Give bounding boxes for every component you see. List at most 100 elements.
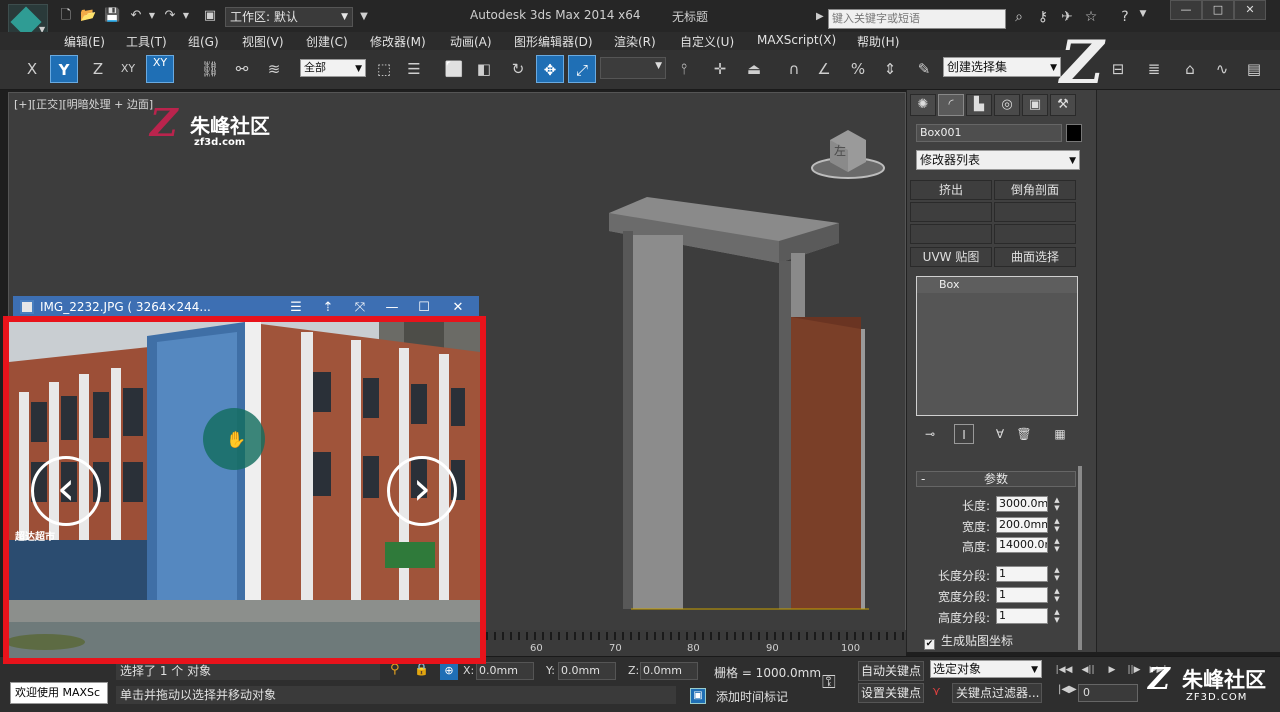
- current-frame-input[interactable]: 0: [1078, 684, 1138, 702]
- building-photo[interactable]: 超达超市 ‹ ›: [9, 322, 480, 658]
- play-icon[interactable]: ▶: [1102, 663, 1122, 677]
- project-folder-icon[interactable]: ▣: [202, 8, 218, 24]
- reference-coordinate-select[interactable]: ▼: [600, 57, 666, 79]
- remove-modifier-icon[interactable]: 🗑: [1014, 424, 1034, 444]
- length-segs-input[interactable]: 1: [996, 566, 1048, 582]
- modifier-list-select[interactable]: 修改器列表 ▼: [916, 150, 1080, 170]
- binoculars-icon[interactable]: ⌕: [1010, 9, 1028, 25]
- use-pivot-center-icon[interactable]: ⫯: [670, 55, 698, 83]
- subscription-key-icon[interactable]: ⚷: [1034, 9, 1052, 25]
- z-coord-input[interactable]: 0.0mm: [640, 662, 698, 680]
- width-spinner[interactable]: ▲ ▼: [1052, 517, 1062, 533]
- save-file-icon[interactable]: 💾: [104, 8, 120, 24]
- spinner-snap-icon[interactable]: ⇕: [876, 55, 904, 83]
- isolate-selection-icon[interactable]: ⚲: [390, 662, 400, 677]
- make-unique-icon[interactable]: ∀: [990, 424, 1010, 444]
- close-button[interactable]: ✕: [1234, 0, 1266, 20]
- angle-snap-icon[interactable]: ∠: [810, 55, 838, 83]
- menu-tools[interactable]: 工具(T): [126, 33, 167, 50]
- layer-manager-icon[interactable]: ≣: [1140, 55, 1168, 83]
- set-key-button[interactable]: 设置关键点: [858, 683, 924, 703]
- command-panel-scrollbar[interactable]: [1078, 466, 1082, 650]
- length-segs-spinner[interactable]: ▲ ▼: [1052, 566, 1062, 582]
- select-object-icon[interactable]: ⬚: [370, 55, 398, 83]
- select-and-link-icon[interactable]: ⛓: [196, 55, 224, 83]
- photo-minimize-icon[interactable]: —: [382, 298, 402, 318]
- configure-modifier-sets-icon[interactable]: ▦: [1050, 424, 1070, 444]
- maxscript-listener-input[interactable]: 欢迎使用 MAXSc: [10, 682, 108, 704]
- select-and-move-icon[interactable]: ✥: [536, 55, 564, 83]
- height-segs-input[interactable]: 1: [996, 608, 1048, 624]
- maximize-button[interactable]: □: [1202, 0, 1234, 20]
- object-name-input[interactable]: Box001: [916, 124, 1062, 142]
- goto-start-icon[interactable]: |◀◀: [1054, 663, 1074, 677]
- object-color-swatch[interactable]: [1066, 124, 1082, 142]
- search-expand-icon[interactable]: ▶: [816, 11, 824, 22]
- redo-dropdown-icon[interactable]: ▼: [178, 8, 194, 24]
- menu-group[interactable]: 组(G): [188, 33, 219, 50]
- material-editor-icon[interactable]: ▤: [1240, 55, 1268, 83]
- previous-photo-button[interactable]: ‹: [31, 456, 101, 526]
- keyboard-shortcut-override-icon[interactable]: ⏏: [740, 55, 768, 83]
- width-input[interactable]: 200.0mm: [996, 517, 1048, 533]
- modifier-empty-button[interactable]: [910, 224, 992, 244]
- unlink-selection-icon[interactable]: ⚯: [228, 55, 256, 83]
- edit-named-selection-icon[interactable]: ✎: [910, 55, 938, 83]
- named-selection-set-select[interactable]: 创建选择集 ▼: [943, 57, 1061, 77]
- select-and-rotate-icon[interactable]: ↻: [504, 55, 532, 83]
- absolute-mode-icon[interactable]: ⊕: [440, 662, 458, 680]
- height-segs-spinner[interactable]: ▲ ▼: [1052, 608, 1062, 624]
- show-end-result-icon[interactable]: I: [954, 424, 974, 444]
- favorites-star-icon[interactable]: ☆: [1082, 9, 1100, 25]
- menu-maxscript[interactable]: MAXScript(X): [757, 33, 836, 47]
- communication-center-icon[interactable]: ✈: [1058, 9, 1076, 25]
- menu-graph-editors[interactable]: 图形编辑器(D): [514, 33, 593, 50]
- align-icon[interactable]: ⊟: [1104, 55, 1132, 83]
- key-filters-button[interactable]: 关键点过滤器...: [952, 683, 1042, 703]
- modifier-bevel-profile-button[interactable]: 倒角剖面: [994, 180, 1076, 200]
- modifier-uvw-map-button[interactable]: UVW 贴图: [910, 247, 992, 267]
- axis-xy-snap-button[interactable]: XY: [146, 55, 174, 83]
- help-dropdown-icon[interactable]: ▼: [1134, 9, 1152, 19]
- x-coord-input[interactable]: 0.0mm: [476, 662, 534, 680]
- y-coord-input[interactable]: 0.0mm: [558, 662, 616, 680]
- motion-tab-icon[interactable]: ◎: [994, 94, 1020, 116]
- open-file-icon[interactable]: 📂: [80, 8, 96, 24]
- select-and-manipulate-icon[interactable]: ✛: [706, 55, 734, 83]
- axis-z-button[interactable]: Z: [84, 55, 112, 83]
- add-time-tag-button[interactable]: 添加时间标记: [716, 688, 788, 705]
- percent-snap-icon[interactable]: %: [844, 55, 872, 83]
- viewcube[interactable]: 左: [810, 126, 888, 182]
- redo-icon[interactable]: ↷: [162, 8, 178, 24]
- menu-animation[interactable]: 动画(A): [450, 33, 492, 50]
- menu-rendering[interactable]: 渲染(R): [614, 33, 656, 50]
- length-input[interactable]: 3000.0mm: [996, 496, 1048, 512]
- menu-edit[interactable]: 编辑(E): [64, 33, 105, 50]
- next-frame-icon[interactable]: ||▶: [1124, 663, 1144, 677]
- pin-stack-icon[interactable]: ⊸: [920, 424, 940, 444]
- photo-fullscreen-icon[interactable]: ⤧: [350, 298, 370, 318]
- menu-help[interactable]: 帮助(H): [857, 33, 899, 50]
- menu-views[interactable]: 视图(V): [242, 33, 284, 50]
- parameters-rollout-header[interactable]: - 参数: [916, 471, 1076, 487]
- axis-x-button[interactable]: X: [18, 55, 46, 83]
- time-tag-icon[interactable]: ▣: [690, 688, 706, 704]
- menu-customize[interactable]: 自定义(U): [680, 33, 734, 50]
- select-by-name-icon[interactable]: ☰: [400, 55, 428, 83]
- axis-y-button[interactable]: Y: [50, 55, 78, 83]
- modifier-empty-button[interactable]: [994, 202, 1076, 222]
- time-slider[interactable]: 60 70 80 90 100: [478, 630, 906, 656]
- display-tab-icon[interactable]: ▣: [1022, 94, 1048, 116]
- undo-dropdown-icon[interactable]: ▼: [144, 8, 160, 24]
- photo-menu-icon[interactable]: ☰: [286, 298, 306, 318]
- length-spinner[interactable]: ▲ ▼: [1052, 496, 1062, 512]
- modifier-extrude-button[interactable]: 挤出: [910, 180, 992, 200]
- next-photo-button[interactable]: ›: [387, 456, 457, 526]
- menu-create[interactable]: 创建(C): [306, 33, 348, 50]
- selection-lock-icon[interactable]: 🔒: [414, 662, 429, 676]
- prev-frame-icon[interactable]: ◀||: [1078, 663, 1098, 677]
- photo-maximize-icon[interactable]: ☐: [414, 298, 434, 318]
- snaps-toggle-icon[interactable]: ∩: [780, 55, 808, 83]
- auto-key-button[interactable]: 自动关键点: [858, 661, 924, 681]
- height-input[interactable]: 14000.0mm: [996, 537, 1048, 553]
